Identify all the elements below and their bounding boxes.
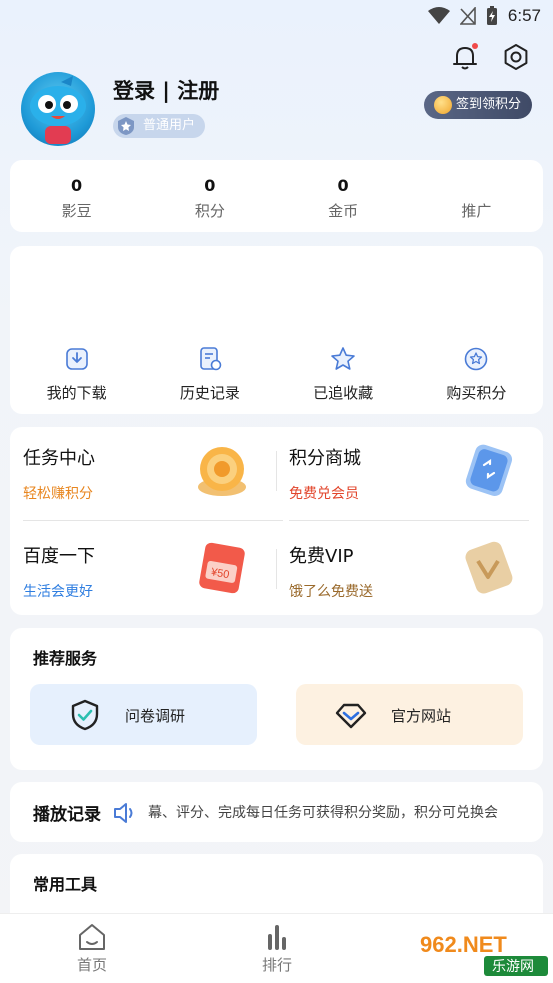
service-label: 官方网站 [391, 707, 452, 725]
star-shield-icon [118, 117, 134, 135]
user-level-text: 普通用户 [143, 118, 196, 133]
quick-item-buy-points[interactable]: 购买积分 [410, 346, 543, 403]
divider [23, 520, 283, 521]
feature-task-center[interactable]: 任务中心 轻松赚积分 [10, 427, 260, 517]
ranking-bars-icon [268, 925, 286, 950]
nav-ranking[interactable]: 排行 [237, 922, 317, 975]
coupon-icon: ¥50 [199, 542, 245, 594]
history-icon [200, 347, 222, 371]
quick-actions-card: 我的下载 历史记录 已追收藏 购买积分 [10, 246, 543, 414]
feature-subtitle: 生活会更好 [23, 584, 93, 600]
quick-label: 历史记录 [179, 384, 240, 402]
watermark-site: 962.NET [420, 932, 507, 957]
history-title: 播放记录 [33, 805, 101, 825]
quick-item-favorites[interactable]: 已追收藏 [277, 346, 410, 403]
diamond-icon [335, 703, 367, 729]
battery-icon [486, 6, 497, 25]
stat-points[interactable]: 0 积分 [143, 160, 276, 232]
stat-value: 0 [204, 176, 216, 195]
mascot-icon [30, 76, 86, 144]
quick-label: 我的下载 [46, 384, 107, 402]
star-icon [331, 347, 355, 370]
stat-beans[interactable]: 0 影豆 [10, 160, 143, 232]
feature-baidu[interactable]: 百度一下 生活会更好 ¥50 [10, 525, 260, 615]
feature-title: 任务中心 [23, 448, 95, 469]
login-register-link[interactable]: 登录 | 注册 [113, 75, 219, 105]
section-title: 推荐服务 [33, 649, 98, 668]
vip-card-icon [465, 541, 513, 594]
recommend-card: 推荐服务 问卷调研 官方网站 [10, 628, 543, 770]
stat-label: 积分 [194, 202, 225, 220]
checkin-label: 签到领积分 [456, 97, 522, 112]
stat-label: 影豆 [61, 202, 92, 220]
settings-icon[interactable] [501, 42, 531, 72]
announcement-marquee: 幕、评分、完成每日任务可获得积分奖励，积分可兑换会 [148, 805, 498, 821]
star-circle-icon [465, 347, 488, 371]
stat-value [410, 176, 543, 196]
nav-label: 首页 [76, 956, 107, 974]
feature-title: 百度一下 [23, 546, 95, 567]
feature-subtitle: 免费兑会员 [289, 486, 359, 502]
feature-subtitle: 轻松赚积分 [23, 486, 93, 502]
stat-value: 0 [337, 176, 349, 195]
watermark-logo: 962.NET 乐游网 [414, 930, 548, 976]
survey-button[interactable]: 问卷调研 [30, 684, 257, 745]
status-time: 6:57 [507, 6, 541, 25]
feature-title: 免费VIP [289, 546, 354, 567]
divider [289, 520, 529, 521]
speaker-icon [114, 803, 133, 823]
exchange-card-icon [465, 444, 513, 496]
quick-item-history[interactable]: 历史记录 [143, 346, 276, 403]
avatar[interactable] [21, 72, 95, 146]
status-bar: 6:57 [0, 0, 553, 34]
quick-label: 购买积分 [446, 384, 507, 402]
site-watermark: 962.NET 乐游网 [414, 928, 548, 978]
stats-card: 0 影豆 0 积分 0 金币 推广 [10, 160, 543, 232]
notification-bell-icon[interactable] [450, 42, 480, 72]
feature-title: 积分商城 [289, 448, 361, 469]
wifi-icon [427, 7, 450, 24]
stat-label: 推广 [461, 202, 492, 220]
coin-icon [434, 96, 452, 114]
home-icon [79, 924, 105, 950]
official-site-button[interactable]: 官方网站 [296, 684, 523, 745]
stat-promote[interactable]: 推广 [410, 160, 543, 232]
user-level-badge: 普通用户 [113, 114, 206, 138]
feature-points-mall[interactable]: 积分商城 免费兑会员 [276, 427, 526, 517]
features-card: 任务中心 轻松赚积分 积分商城 免费兑会员 百度一下 生活会更好 ¥50 免费V… [10, 427, 543, 615]
quick-item-downloads[interactable]: 我的下载 [10, 346, 143, 403]
feature-free-vip[interactable]: 免费VIP 饿了么免费送 [276, 525, 526, 615]
service-label: 问卷调研 [125, 707, 186, 725]
nav-home[interactable]: 首页 [52, 922, 132, 975]
stat-value: 0 [71, 176, 83, 195]
section-title: 常用工具 [33, 875, 98, 894]
watermark-name: 乐游网 [492, 959, 534, 975]
nav-label: 排行 [261, 956, 292, 974]
no-signal-icon [459, 7, 476, 25]
quick-label: 已追收藏 [313, 384, 374, 402]
checkin-button[interactable]: 签到领积分 [424, 91, 532, 119]
feature-subtitle: 饿了么免费送 [289, 584, 373, 600]
stat-coins[interactable]: 0 金币 [277, 160, 410, 232]
coin-stack-icon [198, 447, 246, 496]
play-history-card[interactable]: 播放记录 幕、评分、完成每日任务可获得积分奖励，积分可兑换会 [10, 782, 543, 842]
stat-label: 金币 [328, 202, 359, 220]
download-icon [65, 348, 88, 370]
shield-check-icon [71, 699, 99, 731]
